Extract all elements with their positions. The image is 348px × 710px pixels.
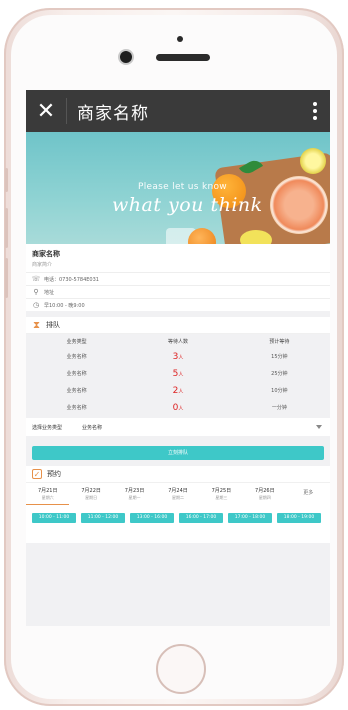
check-icon: ✓ bbox=[32, 469, 42, 479]
weekday-label: 星期四 bbox=[258, 495, 271, 500]
date-label: 7月24日 bbox=[168, 488, 188, 494]
hours-row: ◷ 早10:00 - 晚9:00 bbox=[26, 298, 330, 311]
table-header-row: 业务类型 等待人数 预计等待 bbox=[26, 334, 330, 348]
estimated-wait-cell: 25分钟 bbox=[271, 371, 288, 377]
shop-card: 商家名称 商家简介 bbox=[26, 244, 330, 272]
phone-row[interactable]: ☏ 电话：0730-5784E031 bbox=[26, 272, 330, 285]
section-padding bbox=[26, 527, 330, 543]
weekday-label: 星期六 bbox=[41, 495, 54, 500]
queue-section-label: 排队 bbox=[46, 321, 60, 329]
time-slot-button[interactable]: 18:00 - 19:00 bbox=[277, 513, 321, 523]
time-slot-button[interactable]: 17:00 - 18:00 bbox=[228, 513, 272, 523]
date-label: 7月23日 bbox=[124, 488, 145, 494]
proximity-sensor bbox=[177, 36, 183, 42]
weekday-label: 星期三 bbox=[215, 495, 228, 500]
address-row[interactable]: ⚲ 地址 bbox=[26, 285, 330, 298]
phone-text: 电话：0730-5784E031 bbox=[44, 276, 99, 283]
date-label: 7月25日 bbox=[211, 488, 232, 494]
waiting-count-cell: 3人 bbox=[127, 348, 228, 365]
date-tab[interactable]: 7月26日 星期四 bbox=[243, 487, 286, 505]
clock-icon: ◷ bbox=[32, 301, 40, 309]
mute-switch bbox=[5, 168, 8, 192]
weekday-label: 星期日 bbox=[85, 495, 98, 500]
app-screen: ✕ 商家名称 Please let us know what you think… bbox=[26, 90, 330, 626]
page-title: 商家名称 bbox=[77, 103, 149, 124]
shop-name: 商家名称 bbox=[32, 250, 60, 258]
front-camera bbox=[120, 51, 132, 63]
business-type-cell: 业务名称 bbox=[66, 354, 87, 360]
time-slot-button[interactable]: 16:00 - 17:00 bbox=[179, 513, 223, 523]
select-label: 选择业务类型 bbox=[32, 424, 63, 431]
date-tabs: 7月21日 星期六 7月22日 星期日 7月23日 星期一 7月24日 星期二 7月25… bbox=[26, 483, 330, 507]
earpiece-speaker bbox=[156, 54, 210, 61]
address-text: 地址 bbox=[44, 289, 55, 296]
more-dates-link[interactable]: 更多 bbox=[287, 487, 330, 505]
table-row: 业务名称 0人 一分钟 bbox=[26, 399, 330, 416]
select-value: 业务名称 bbox=[82, 424, 103, 431]
banner-subtitle: Please let us know bbox=[138, 182, 227, 192]
date-tab[interactable]: 7月23日 星期一 bbox=[113, 487, 156, 505]
queue-table: 业务类型 等待人数 预计等待 业务名称 3人 15分钟 业务名称 5人 25分钟… bbox=[26, 334, 330, 416]
booking-section-header: ✓ 预约 bbox=[26, 466, 330, 483]
column-header: 等待人数 bbox=[167, 338, 188, 345]
table-row: 业务名称 5人 25分钟 bbox=[26, 365, 330, 382]
count-unit: 人 bbox=[178, 405, 184, 412]
top-bar: ✕ 商家名称 bbox=[26, 90, 330, 132]
table-row: 业务名称 3人 15分钟 bbox=[26, 348, 330, 365]
estimated-wait-cell: 15分钟 bbox=[271, 354, 288, 360]
caret-down-icon bbox=[316, 425, 322, 429]
phone-icon: ☏ bbox=[31, 275, 41, 283]
volume-down-button bbox=[5, 258, 8, 298]
booking-section-label: 预约 bbox=[47, 470, 61, 478]
date-tab[interactable]: 7月25日 星期三 bbox=[200, 487, 243, 505]
waiting-count-cell: 2人 bbox=[127, 382, 228, 399]
date-label: 7月22日 bbox=[81, 488, 101, 494]
count-unit: 人 bbox=[178, 371, 184, 378]
promo-banner: Please let us know what you think bbox=[26, 132, 330, 244]
date-tab[interactable]: 7月24日 星期二 bbox=[156, 487, 199, 505]
column-header: 预计等待 bbox=[269, 338, 290, 345]
title-divider bbox=[66, 98, 67, 124]
orange-image-small bbox=[188, 228, 216, 244]
banner-headline: what you think bbox=[112, 194, 263, 216]
location-icon: ⚲ bbox=[33, 288, 39, 296]
date-tab[interactable]: 7月21日 星期六 bbox=[26, 487, 70, 505]
hours-text: 早10:00 - 晚9:00 bbox=[44, 302, 85, 309]
waiting-count-cell: 5人 bbox=[127, 365, 228, 382]
lemon-image bbox=[300, 148, 326, 174]
lemon-slice-image bbox=[240, 230, 272, 244]
volume-up-button bbox=[5, 208, 8, 248]
count-unit: 人 bbox=[178, 388, 184, 395]
time-slot-button[interactable]: 11:00 - 12:00 bbox=[81, 513, 125, 523]
hourglass-icon: ⧗ bbox=[32, 319, 41, 331]
business-type-cell: 业务名称 bbox=[66, 371, 87, 377]
close-icon[interactable]: ✕ bbox=[26, 90, 66, 132]
weekday-label: 星期二 bbox=[171, 495, 184, 500]
grapefruit-image bbox=[270, 176, 328, 234]
estimated-wait-cell: 10分钟 bbox=[271, 388, 288, 394]
more-icon[interactable] bbox=[300, 102, 330, 120]
queue-section-header: ⧗ 排队 bbox=[26, 317, 330, 334]
date-label: 7月26日 bbox=[255, 488, 275, 494]
queue-now-button[interactable]: 立刻排队 bbox=[32, 446, 324, 460]
business-type-cell: 业务名称 bbox=[66, 405, 87, 411]
column-header: 业务类型 bbox=[66, 338, 87, 345]
shop-intro: 商家简介 bbox=[32, 262, 53, 268]
weekday-label: 星期一 bbox=[128, 495, 141, 500]
table-row: 业务名称 2人 10分钟 bbox=[26, 382, 330, 399]
time-slot-button[interactable]: 10:00 - 11:00 bbox=[32, 513, 76, 523]
time-slots: 10:00 - 11:00 11:00 - 12:00 13:00 - 16:0… bbox=[26, 507, 330, 527]
count-unit: 人 bbox=[178, 354, 184, 361]
estimated-wait-cell: 一分钟 bbox=[271, 405, 287, 411]
date-tab[interactable]: 7月22日 星期日 bbox=[69, 487, 112, 505]
date-label: 7月21日 bbox=[37, 488, 58, 494]
business-type-cell: 业务名称 bbox=[66, 388, 87, 394]
home-button[interactable] bbox=[156, 644, 206, 694]
business-type-select[interactable]: 选择业务类型 业务名称 bbox=[26, 418, 330, 436]
waiting-count-cell: 0人 bbox=[127, 399, 228, 416]
time-slot-button[interactable]: 13:00 - 16:00 bbox=[130, 513, 174, 523]
